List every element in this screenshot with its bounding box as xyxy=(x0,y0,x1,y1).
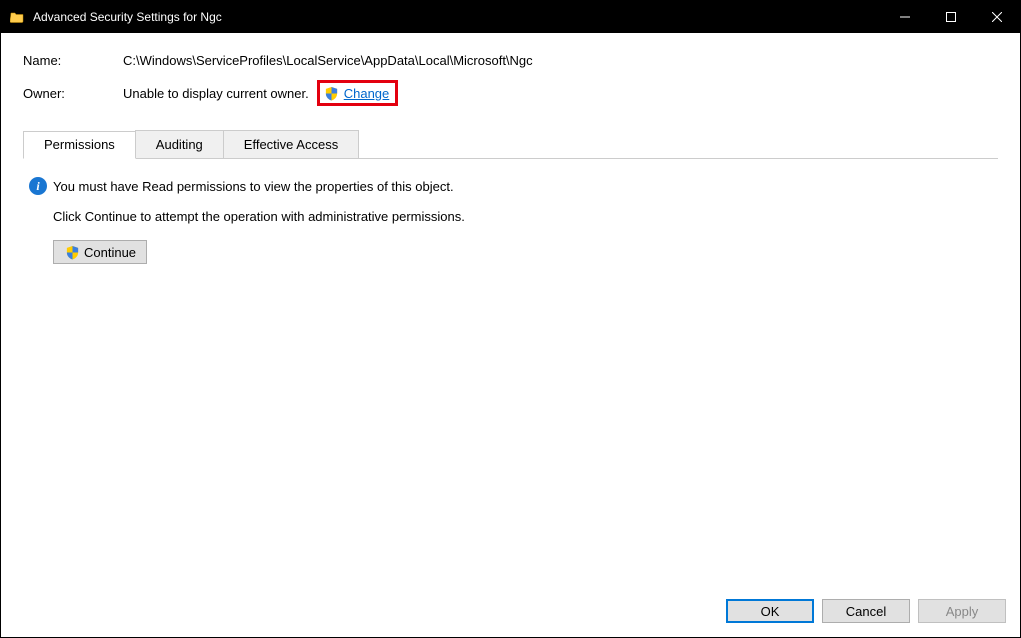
window: Advanced Security Settings for Ngc Name:… xyxy=(0,0,1021,638)
tab-effective-access[interactable]: Effective Access xyxy=(223,130,359,158)
owner-value: Unable to display current owner. xyxy=(123,86,309,101)
tab-auditing[interactable]: Auditing xyxy=(135,130,224,158)
owner-label: Owner: xyxy=(23,86,123,101)
continue-label: Continue xyxy=(84,245,136,260)
change-highlight: Change xyxy=(317,80,399,106)
owner-row: Owner: Unable to display current owner. … xyxy=(23,80,998,106)
tab-permissions-label: Permissions xyxy=(44,137,115,152)
ok-button[interactable]: OK xyxy=(726,599,814,623)
continue-button[interactable]: Continue xyxy=(53,240,147,264)
cancel-button[interactable]: Cancel xyxy=(822,599,910,623)
info-text: You must have Read permissions to view t… xyxy=(53,179,454,194)
window-title: Advanced Security Settings for Ngc xyxy=(33,10,882,24)
apply-button[interactable]: Apply xyxy=(918,599,1006,623)
shield-icon xyxy=(324,85,340,101)
tabs: Permissions Auditing Effective Access xyxy=(23,130,998,159)
folder-icon xyxy=(9,9,25,25)
info-icon: i xyxy=(29,177,47,195)
close-button[interactable] xyxy=(974,1,1020,33)
footer-buttons: OK Cancel Apply xyxy=(1,589,1020,637)
name-value: C:\Windows\ServiceProfiles\LocalService\… xyxy=(123,53,533,68)
name-label: Name: xyxy=(23,53,123,68)
change-owner-link[interactable]: Change xyxy=(344,86,390,101)
maximize-button[interactable] xyxy=(928,1,974,33)
window-controls xyxy=(882,1,1020,33)
content-area: Name: C:\Windows\ServiceProfiles\LocalSe… xyxy=(1,33,1020,589)
info-line: i You must have Read permissions to view… xyxy=(29,177,992,195)
tab-permissions[interactable]: Permissions xyxy=(23,131,136,159)
tab-auditing-label: Auditing xyxy=(156,137,203,152)
instruction-text: Click Continue to attempt the operation … xyxy=(53,209,992,224)
name-row: Name: C:\Windows\ServiceProfiles\LocalSe… xyxy=(23,53,998,68)
shield-icon xyxy=(64,244,80,260)
minimize-button[interactable] xyxy=(882,1,928,33)
titlebar: Advanced Security Settings for Ngc xyxy=(1,1,1020,33)
tab-effective-label: Effective Access xyxy=(244,137,338,152)
tab-body: i You must have Read permissions to view… xyxy=(23,159,998,589)
